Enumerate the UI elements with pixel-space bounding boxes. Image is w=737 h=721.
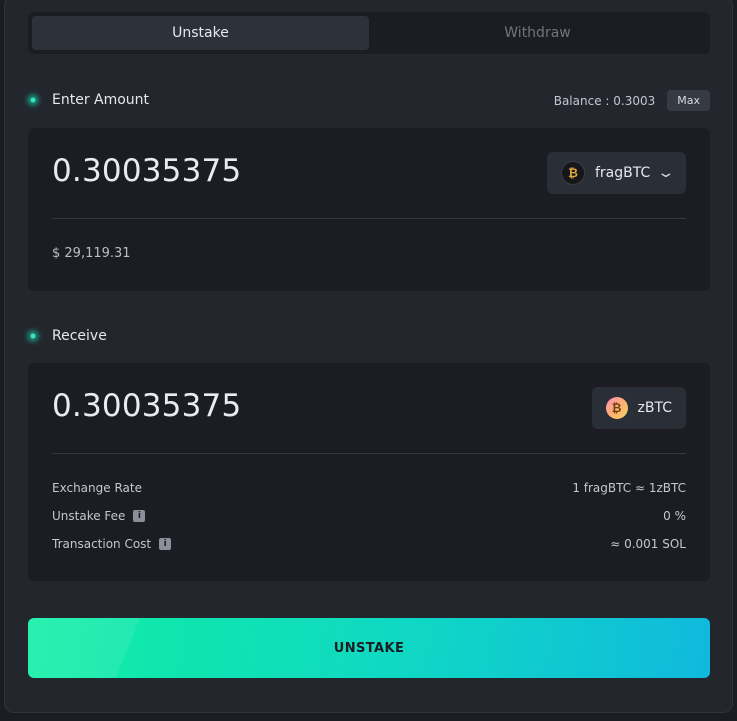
info-icon[interactable]: i: [159, 538, 172, 550]
receive-token-label: zBTC: [637, 400, 672, 416]
detail-row-exchange-rate: Exchange Rate 1 fragBTC ≈ 1zBTC: [52, 481, 686, 495]
section-dot-icon: [28, 331, 38, 341]
detail-row-transaction-cost: Transaction Cost i ≈ 0.001 SOL: [52, 537, 686, 551]
token-badge-zbtc: ₿ zBTC: [591, 387, 686, 429]
detail-label: Exchange Rate: [52, 481, 142, 495]
section-dot-icon: [28, 95, 38, 105]
transaction-cost-value: ≈ 0.001 SOL: [610, 537, 686, 551]
token-select-label: fragBTC: [595, 165, 651, 181]
mode-tabs: Unstake Withdraw: [28, 12, 710, 54]
tab-withdraw[interactable]: Withdraw: [369, 16, 706, 50]
enter-amount-header: Enter Amount: [28, 92, 149, 108]
detail-label: Transaction Cost i: [52, 537, 172, 551]
receive-card: 0.30035375 ₿ zBTC Exchange Rate 1 fragBT…: [28, 363, 710, 581]
info-icon[interactable]: i: [133, 510, 146, 522]
unstake-button-label: UNSTAKE: [333, 640, 405, 656]
balance-group: Balance : 0.3003 Max: [554, 90, 710, 111]
tab-unstake[interactable]: Unstake: [32, 16, 369, 50]
chevron-down-icon: ⌄: [656, 165, 676, 181]
unstake-fee-label: Unstake Fee: [52, 509, 126, 523]
token-select-fragbtc[interactable]: ₿ fragBTC ⌄: [547, 152, 686, 194]
unstake-button[interactable]: UNSTAKE: [28, 618, 710, 678]
receive-title: Receive: [52, 328, 107, 344]
zbtc-token-icon: ₿: [605, 397, 628, 419]
receive-divider: [52, 453, 686, 454]
amount-divider: [52, 218, 686, 219]
exchange-rate-value: 1 fragBTC ≈ 1zBTC: [572, 481, 686, 495]
max-button[interactable]: Max: [667, 90, 710, 111]
receive-header: Receive: [28, 328, 107, 344]
enter-amount-card: 0.30035375 ₿ fragBTC ⌄ $ 29,119.31: [28, 128, 710, 291]
detail-label: Unstake Fee i: [52, 509, 146, 523]
exchange-rate-label: Exchange Rate: [52, 481, 142, 495]
transaction-cost-label: Transaction Cost: [52, 537, 152, 551]
fragbtc-token-icon: ₿: [561, 161, 585, 185]
amount-input[interactable]: 0.30035375: [52, 153, 241, 189]
detail-row-unstake-fee: Unstake Fee i 0 %: [52, 509, 686, 523]
balance-text: Balance : 0.3003: [553, 93, 656, 108]
usd-value: $ 29,119.31: [52, 246, 131, 261]
receive-amount: 0.30035375: [52, 388, 242, 424]
unstake-fee-value: 0 %: [663, 509, 686, 523]
enter-amount-title: Enter Amount: [52, 92, 150, 108]
